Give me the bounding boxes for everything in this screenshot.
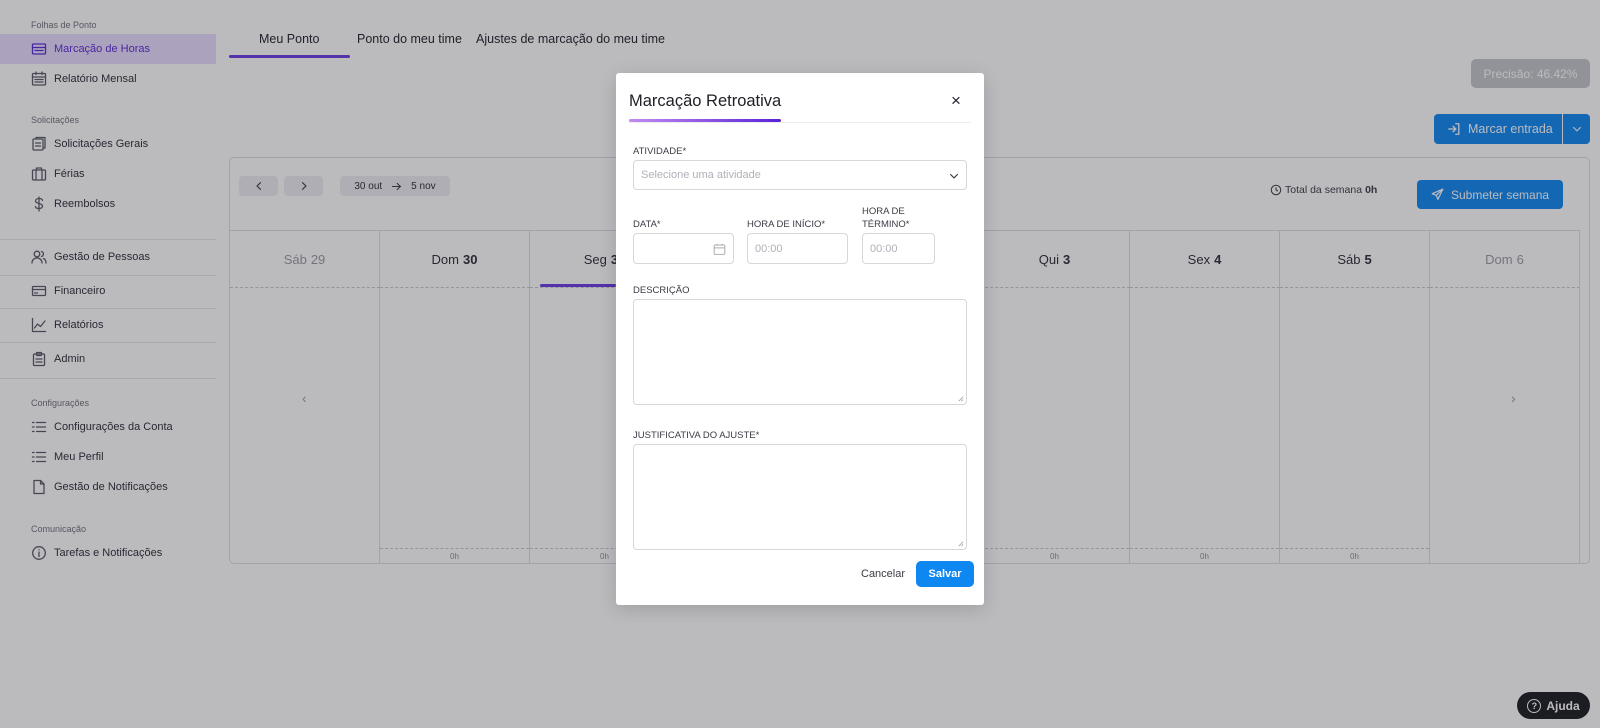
start-time-label: HORA DE INÍCIO* bbox=[747, 219, 826, 230]
activity-label: ATIVIDADE* bbox=[633, 146, 687, 157]
end-time-input[interactable]: 00:00 bbox=[862, 233, 935, 264]
justification-label: JUSTIFICATIVA DO AJUSTE* bbox=[633, 430, 760, 441]
justification-textarea[interactable] bbox=[633, 444, 967, 550]
description-textarea[interactable] bbox=[633, 299, 967, 405]
activity-placeholder: Selecione uma atividade bbox=[641, 169, 761, 181]
save-button[interactable]: Salvar bbox=[916, 561, 974, 587]
resize-grip-icon[interactable] bbox=[957, 395, 964, 402]
activity-select[interactable]: Selecione uma atividade bbox=[633, 160, 967, 190]
description-label: DESCRIÇÃO bbox=[633, 285, 690, 296]
end-time-label-line2: TÉRMINO* bbox=[862, 219, 910, 230]
start-time-placeholder: 00:00 bbox=[755, 242, 783, 255]
date-label: DATA* bbox=[633, 219, 661, 230]
date-input[interactable] bbox=[633, 233, 734, 264]
modal-separator bbox=[629, 122, 971, 123]
chevron-down-icon bbox=[950, 173, 958, 179]
calendar-icon bbox=[713, 243, 726, 255]
modal-title: Marcação Retroativa bbox=[629, 92, 782, 110]
start-time-input[interactable]: 00:00 bbox=[747, 233, 848, 264]
close-icon[interactable]: × bbox=[951, 92, 961, 110]
cancel-button[interactable]: Cancelar bbox=[861, 568, 905, 580]
end-time-label: HORA DE TÉRMINO* bbox=[862, 205, 910, 231]
end-time-placeholder: 00:00 bbox=[870, 242, 898, 255]
end-time-label-line1: HORA DE bbox=[862, 206, 905, 217]
resize-grip-icon[interactable] bbox=[957, 540, 964, 547]
retroactive-entry-modal: Marcação Retroativa × ATIVIDADE* Selecio… bbox=[616, 73, 984, 605]
